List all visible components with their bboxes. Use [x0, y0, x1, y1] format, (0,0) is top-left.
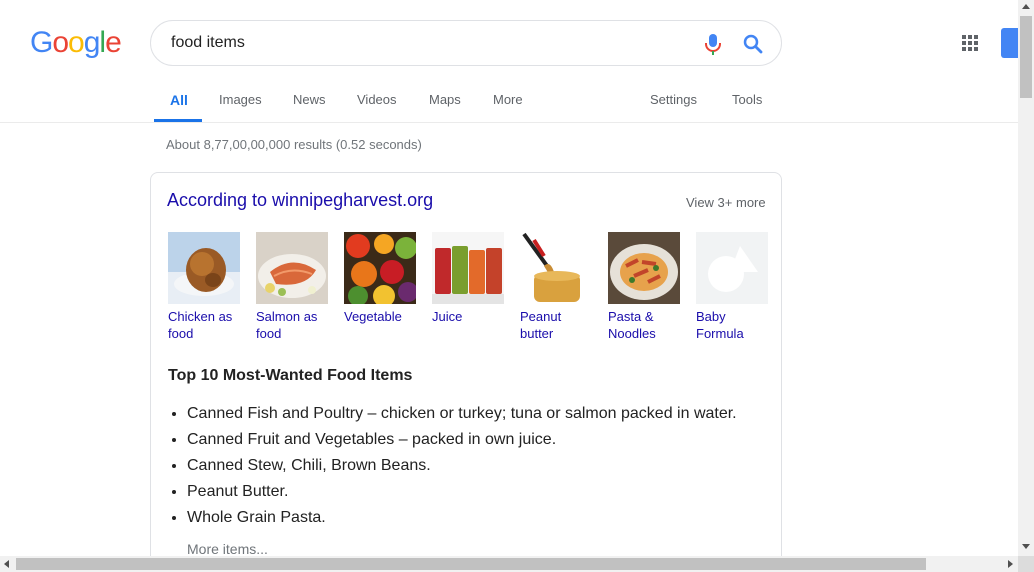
- food-item-baby-formula[interactable]: Baby Formula: [696, 232, 768, 342]
- list-heading: Top 10 Most-Wanted Food Items: [168, 367, 413, 384]
- scroll-right-arrow-icon[interactable]: [1008, 560, 1013, 568]
- food-item-pasta[interactable]: Pasta & Noodles: [608, 232, 680, 342]
- search-box[interactable]: [150, 20, 782, 66]
- horizontal-scrollbar[interactable]: [0, 556, 1018, 572]
- vertical-scroll-thumb[interactable]: [1020, 16, 1032, 98]
- list-item: Whole Grain Pasta.: [187, 505, 737, 531]
- food-item-juice[interactable]: Juice: [432, 232, 504, 325]
- tab-more[interactable]: More: [493, 92, 523, 107]
- roast-chicken-image: [168, 232, 240, 304]
- food-item-label: Vegetable: [344, 309, 402, 324]
- view-more-link[interactable]: View 3+ more: [686, 195, 766, 210]
- google-logo[interactable]: Google: [30, 26, 122, 60]
- scrollbar-corner: [1018, 556, 1034, 572]
- featured-snippet-card: According to winnipegharvest.org View 3+…: [150, 172, 782, 572]
- scroll-up-arrow-icon[interactable]: [1022, 4, 1030, 9]
- logo-letter: G: [30, 26, 53, 59]
- tab-all[interactable]: All: [170, 92, 188, 108]
- food-item-label: Baby Formula: [696, 309, 744, 341]
- list-item: Canned Fruit and Vegetables – packed in …: [187, 427, 737, 453]
- food-item-label: Juice: [432, 309, 463, 324]
- microphone-icon[interactable]: [703, 32, 723, 56]
- tab-videos[interactable]: Videos: [357, 92, 397, 107]
- food-item-label: Chicken as food: [168, 309, 233, 341]
- salmon-dish-image: [256, 232, 328, 304]
- logo-letter: o: [68, 26, 85, 59]
- magnifier-icon[interactable]: [741, 32, 765, 56]
- card-title-link[interactable]: According to winnipegharvest.org: [167, 190, 433, 211]
- tab-tools[interactable]: Tools: [732, 92, 762, 107]
- juice-glasses-image: [432, 232, 504, 304]
- list-item: Peanut Butter.: [187, 479, 737, 505]
- food-item-label: Peanut butter: [520, 309, 562, 341]
- scroll-left-arrow-icon[interactable]: [4, 560, 9, 568]
- logo-letter: g: [83, 26, 101, 59]
- result-stats: About 8,77,00,00,000 results (0.52 secon…: [166, 137, 422, 152]
- food-item-chicken[interactable]: Chicken as food: [168, 232, 240, 342]
- food-list: Canned Fish and Poultry – chicken or tur…: [187, 401, 737, 531]
- scroll-down-arrow-icon[interactable]: [1022, 544, 1030, 549]
- list-item: Canned Fish and Poultry – chicken or tur…: [187, 401, 737, 427]
- search-input[interactable]: [171, 31, 691, 55]
- vertical-scrollbar[interactable]: [1018, 0, 1034, 556]
- food-item-label: Salmon as food: [256, 309, 318, 341]
- food-item-salmon[interactable]: Salmon as food: [256, 232, 328, 342]
- list-item: Canned Stew, Chili, Brown Beans.: [187, 453, 737, 479]
- tab-news[interactable]: News: [293, 92, 326, 107]
- food-item-label: Pasta & Noodles: [608, 309, 656, 341]
- tab-maps[interactable]: Maps: [429, 92, 461, 107]
- search-tabs: All Images News Videos Maps More Setting…: [0, 80, 1018, 123]
- apps-grid-icon[interactable]: [960, 33, 980, 53]
- tab-settings[interactable]: Settings: [650, 92, 697, 107]
- logo-letter: o: [52, 26, 69, 59]
- food-item-vegetable[interactable]: Vegetable: [344, 232, 416, 325]
- food-item-peanut-butter[interactable]: Peanut butter: [520, 232, 592, 342]
- peanut-butter-jar-image: [520, 232, 592, 304]
- vegetables-image: [344, 232, 416, 304]
- tab-images[interactable]: Images: [219, 92, 262, 107]
- sign-in-button[interactable]: [1001, 28, 1019, 58]
- horizontal-scroll-thumb[interactable]: [16, 558, 926, 570]
- active-tab-indicator: [154, 119, 202, 122]
- placeholder-shapes-image: [696, 232, 768, 304]
- pasta-plate-image: [608, 232, 680, 304]
- more-items-link[interactable]: More items...: [187, 541, 268, 557]
- logo-letter: e: [105, 26, 122, 59]
